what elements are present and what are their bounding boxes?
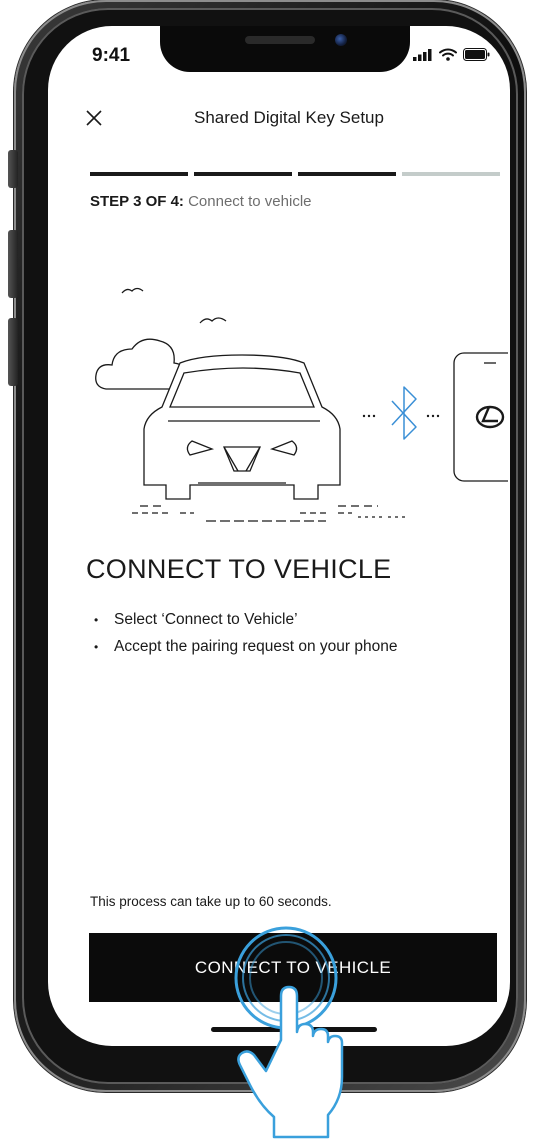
step-progress-bar [90,172,500,176]
battery-icon [463,48,490,61]
front-camera-icon [335,34,347,46]
phone-volume-up-button [8,230,18,298]
phone-volume-down-button [8,318,18,386]
section-heading: CONNECT TO VEHICLE [86,554,392,584]
step-number: STEP 3 OF 4: [90,193,184,210]
bird-icon [199,317,227,324]
close-icon[interactable] [82,106,106,130]
progress-segment-4 [402,172,500,176]
progress-segment-2 [194,172,292,176]
speaker-grille [245,36,315,44]
wifi-icon [439,48,457,61]
step-name: Connect to vehicle [188,193,312,210]
connect-to-vehicle-button[interactable]: CONNECT TO VEHICLE [89,933,497,1002]
screen: 9:41 Shared Digital Key Setup STEP 3 OF … [48,26,510,1046]
list-item: Accept the pairing request on your phone [94,638,398,657]
instruction-list: Select ‘Connect to Vehicle’ Accept the p… [94,611,398,665]
status-icons [413,48,490,61]
duration-note: This process can take up to 60 seconds. [90,894,332,909]
progress-segment-1 [90,172,188,176]
cellular-signal-icon [413,48,432,61]
list-item: Select ‘Connect to Vehicle’ [94,611,398,630]
bluetooth-icon [391,386,417,440]
bird-icon [121,287,144,294]
home-indicator[interactable] [211,1027,377,1032]
status-time: 9:41 [92,45,131,66]
progress-segment-3 [298,172,396,176]
connect-illustration [95,287,508,522]
phone-icon [453,352,508,482]
step-indicator: STEP 3 OF 4: Connect to vehicle [90,193,312,210]
stage: 9:41 Shared Digital Key Setup STEP 3 OF … [0,0,538,1143]
page-title: Shared Digital Key Setup [194,108,384,127]
notch [160,26,410,72]
phone-mute-switch [8,150,18,188]
